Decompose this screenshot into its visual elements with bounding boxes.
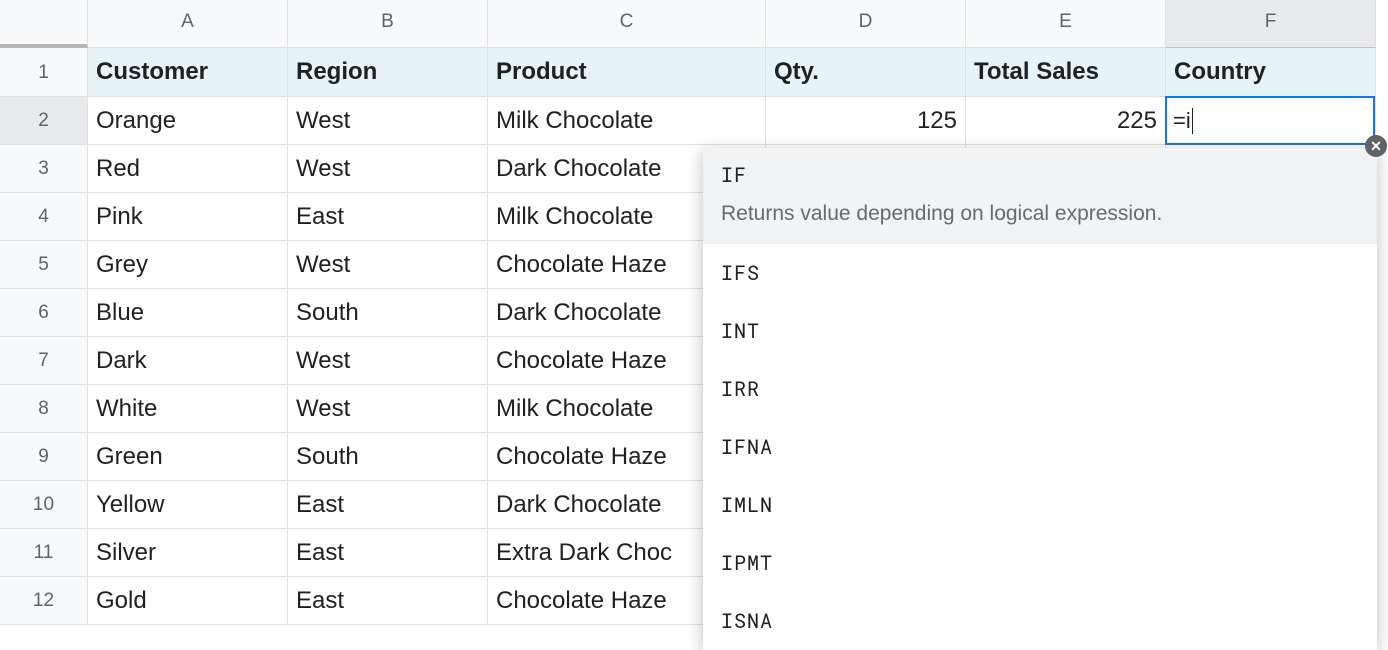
suggest-item-selected[interactable]: IF Returns value depending on logical ex… bbox=[703, 148, 1377, 244]
header-region[interactable]: Region bbox=[288, 48, 488, 97]
cell[interactable]: Grey bbox=[88, 241, 288, 289]
col-header-F[interactable]: F bbox=[1166, 0, 1376, 48]
header-product[interactable]: Product bbox=[488, 48, 766, 97]
suggest-item[interactable]: IFNA bbox=[703, 418, 1377, 476]
close-icon[interactable]: ✕ bbox=[1365, 135, 1387, 157]
row-header-8[interactable]: 8 bbox=[0, 385, 88, 433]
cell[interactable]: Green bbox=[88, 433, 288, 481]
cell[interactable]: West bbox=[288, 385, 488, 433]
row-header-2[interactable]: 2 bbox=[0, 97, 88, 145]
active-cell-editor[interactable]: =i bbox=[1165, 96, 1375, 145]
cell[interactable]: Blue bbox=[88, 289, 288, 337]
cell[interactable]: East bbox=[288, 529, 488, 577]
row-header-3[interactable]: 3 bbox=[0, 145, 88, 193]
cell[interactable]: South bbox=[288, 289, 488, 337]
row-headers: 1 2 3 4 5 6 7 8 9 10 11 12 bbox=[0, 48, 88, 625]
header-total-sales[interactable]: Total Sales bbox=[966, 48, 1166, 97]
cell[interactable]: South bbox=[288, 433, 488, 481]
suggest-item[interactable]: IMLN bbox=[703, 476, 1377, 534]
cell[interactable]: Milk Chocolate bbox=[488, 97, 766, 145]
cell[interactable]: Yellow bbox=[88, 481, 288, 529]
suggest-item[interactable]: IFS bbox=[703, 244, 1377, 302]
cell[interactable]: West bbox=[288, 241, 488, 289]
header-qty[interactable]: Qty. bbox=[766, 48, 966, 97]
suggest-fn-name: IF bbox=[721, 162, 1359, 188]
row-header-1[interactable]: 1 bbox=[0, 48, 88, 97]
suggest-item[interactable]: INT bbox=[703, 302, 1377, 360]
cell[interactable]: West bbox=[288, 337, 488, 385]
row-header-11[interactable]: 11 bbox=[0, 529, 88, 577]
row-header-6[interactable]: 6 bbox=[0, 289, 88, 337]
cell[interactable]: East bbox=[288, 577, 488, 625]
cell[interactable]: White bbox=[88, 385, 288, 433]
row-header-5[interactable]: 5 bbox=[0, 241, 88, 289]
cell[interactable]: West bbox=[288, 97, 488, 145]
cell[interactable]: West bbox=[288, 145, 488, 193]
cell[interactable]: Dark bbox=[88, 337, 288, 385]
cell[interactable]: East bbox=[288, 481, 488, 529]
column-headers: A B C D E F bbox=[88, 0, 1376, 48]
header-country[interactable]: Country bbox=[1166, 48, 1376, 97]
row-header-10[interactable]: 10 bbox=[0, 481, 88, 529]
col-header-E[interactable]: E bbox=[966, 0, 1166, 48]
cell[interactable]: Red bbox=[88, 145, 288, 193]
cell[interactable]: Gold bbox=[88, 577, 288, 625]
col-header-C[interactable]: C bbox=[488, 0, 766, 48]
formula-suggest-popup: IF Returns value depending on logical ex… bbox=[703, 148, 1377, 650]
suggest-item[interactable]: IPMT bbox=[703, 534, 1377, 592]
col-header-D[interactable]: D bbox=[766, 0, 966, 48]
row-header-9[interactable]: 9 bbox=[0, 433, 88, 481]
select-all-corner[interactable] bbox=[0, 0, 88, 48]
col-header-A[interactable]: A bbox=[88, 0, 288, 48]
cell[interactable]: Orange bbox=[88, 97, 288, 145]
col-header-B[interactable]: B bbox=[288, 0, 488, 48]
header-customer[interactable]: Customer bbox=[88, 48, 288, 97]
formula-text: =i bbox=[1173, 108, 1191, 134]
suggest-item[interactable]: IRR bbox=[703, 360, 1377, 418]
cell[interactable]: East bbox=[288, 193, 488, 241]
cell[interactable]: 125 bbox=[766, 97, 966, 145]
suggest-item[interactable]: ISNA bbox=[703, 592, 1377, 650]
row-header-12[interactable]: 12 bbox=[0, 577, 88, 625]
cell[interactable]: Silver bbox=[88, 529, 288, 577]
suggest-fn-desc: Returns value depending on logical expre… bbox=[721, 202, 1359, 226]
row-header-4[interactable]: 4 bbox=[0, 193, 88, 241]
cell[interactable]: 225 bbox=[966, 97, 1166, 145]
table-header-row: Customer Region Product Qty. Total Sales… bbox=[88, 48, 1376, 97]
row-header-7[interactable]: 7 bbox=[0, 337, 88, 385]
text-cursor bbox=[1192, 108, 1193, 134]
cell[interactable]: Pink bbox=[88, 193, 288, 241]
